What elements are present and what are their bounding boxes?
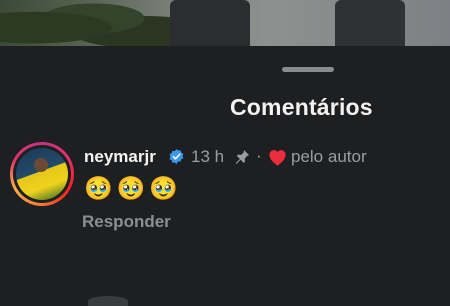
separator-dot: · [256,146,262,165]
comment-text: 🥹🥹🥹 [84,175,182,201]
sheet-drag-handle[interactable] [282,67,334,72]
liked-by-author-label: pelo autor [291,147,367,166]
sheet-title: Comentários [230,94,373,120]
image-trees [0,0,170,46]
reply-button[interactable]: Responder [82,212,171,232]
verified-badge-icon [169,149,184,164]
image-figure-right [335,0,405,46]
image-figure-left [170,0,250,46]
next-comment-avatar [88,296,128,306]
avatar-person [34,158,48,172]
avatar-ring-inner [13,145,71,203]
post-image-background [0,0,450,46]
avatar-photo [16,148,68,200]
heart-icon [269,150,286,166]
comment-username[interactable]: neymarjr [84,147,156,167]
avatar[interactable] [10,142,74,206]
pin-icon [235,149,250,164]
comment-timestamp: 13 h [191,147,225,166]
